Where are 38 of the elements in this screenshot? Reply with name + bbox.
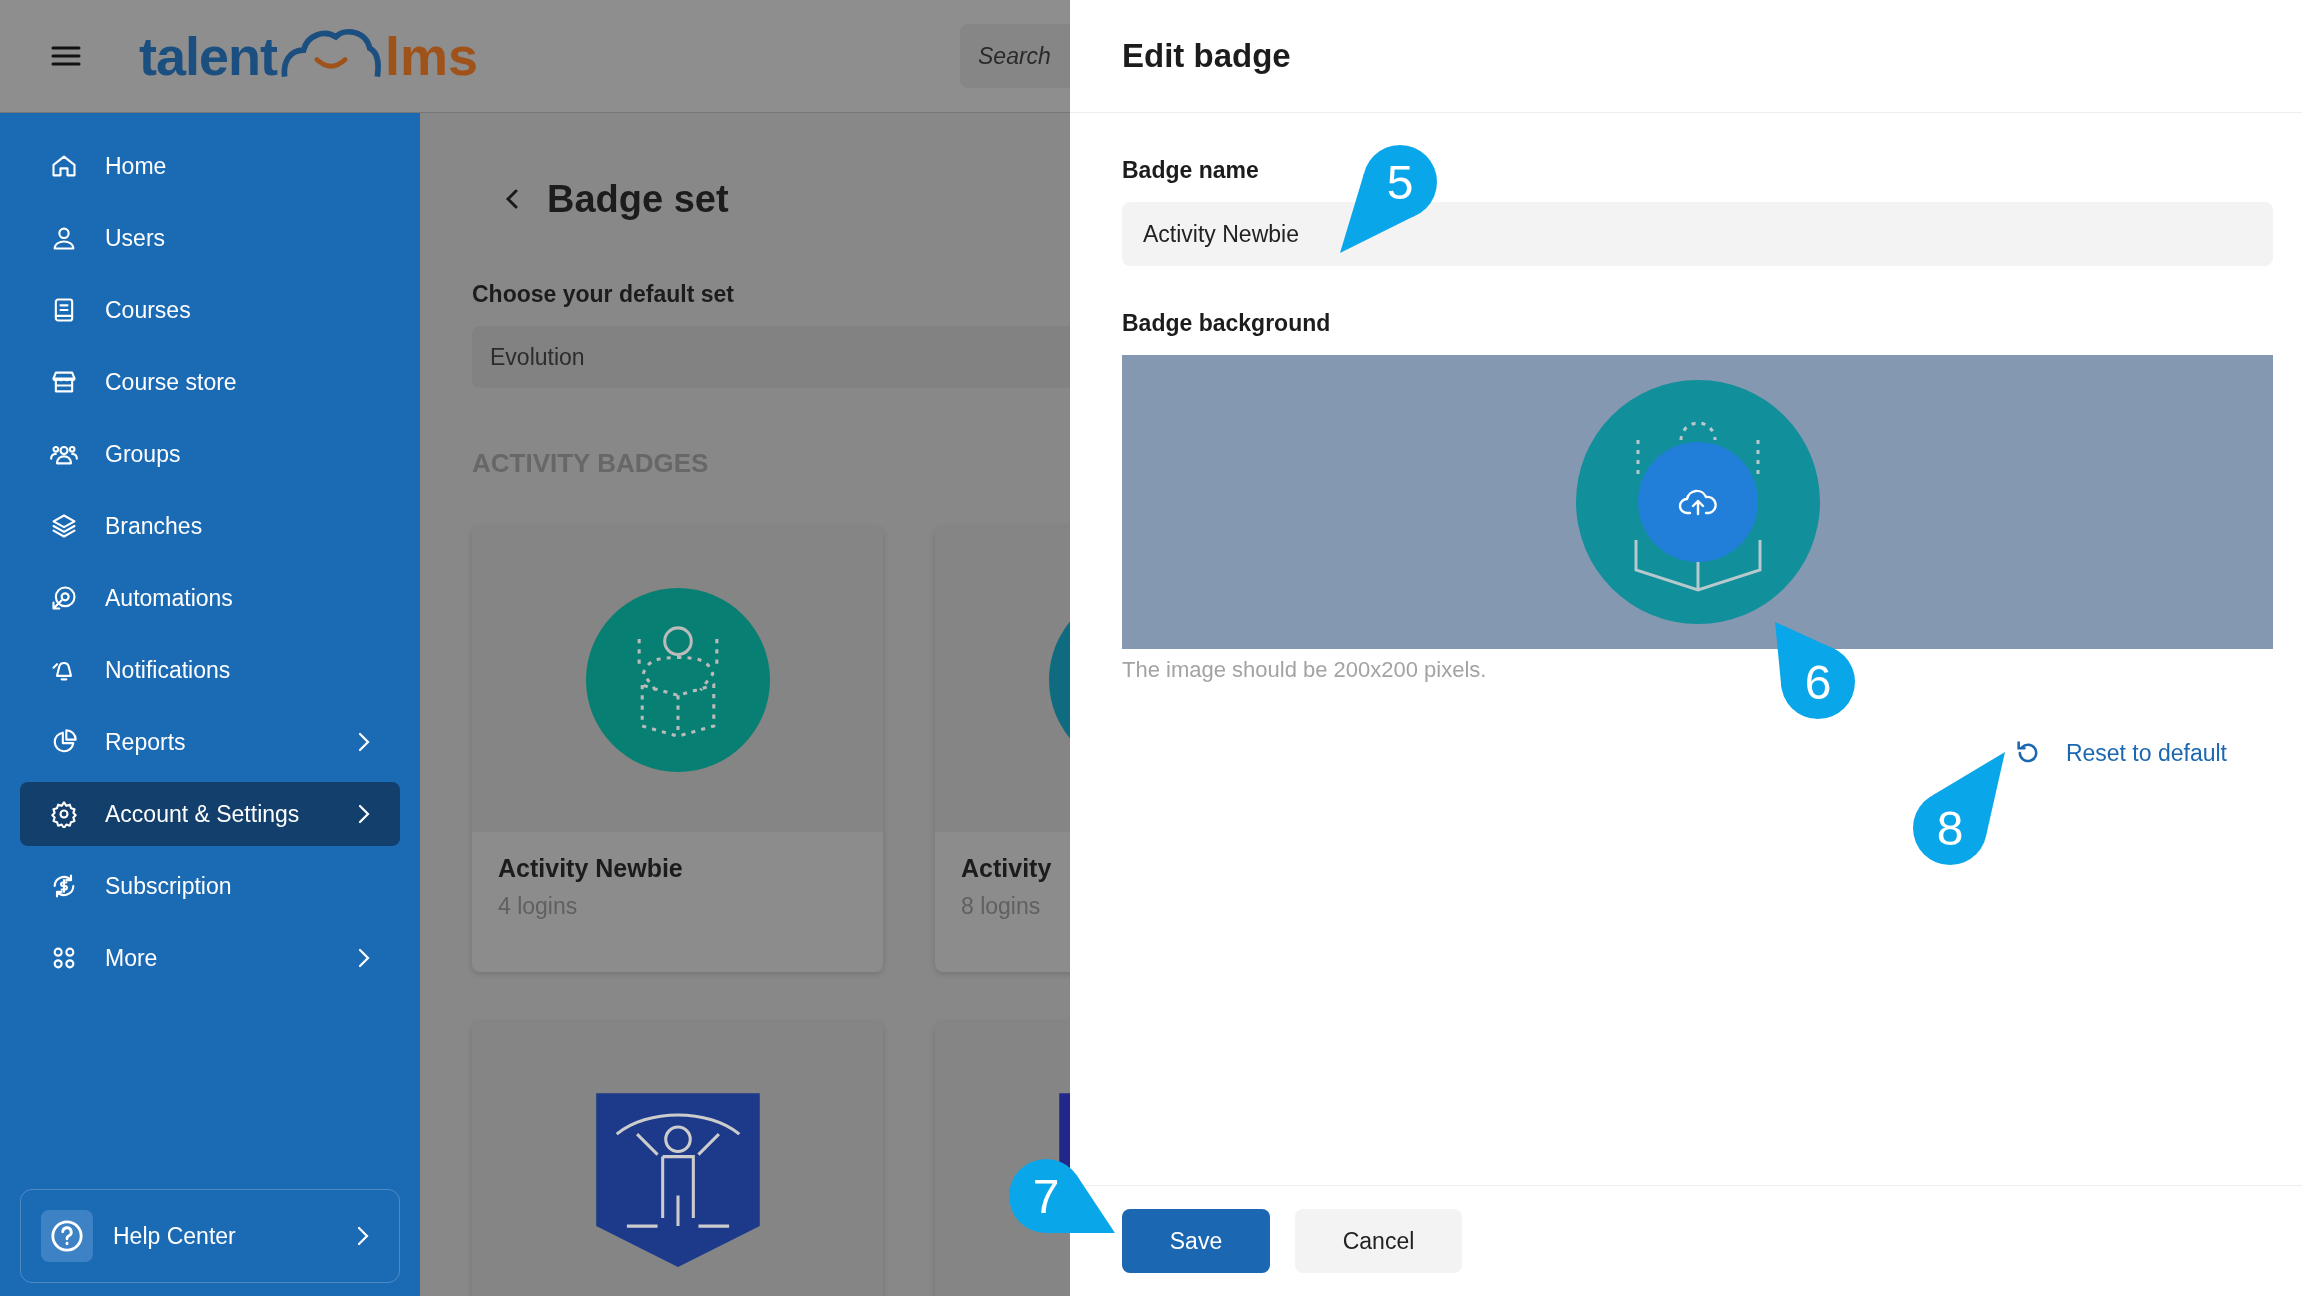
page-title: Badge set (547, 177, 729, 221)
nav-item[interactable]: Notifications (20, 638, 400, 702)
back-icon[interactable] (505, 188, 519, 210)
badge-name: Activity Newbie (498, 854, 684, 883)
badge-name: Activity (961, 854, 1053, 883)
nav-item[interactable]: Home (20, 134, 400, 198)
field-label: Choose your default set (472, 281, 735, 308)
gear-icon (50, 800, 78, 828)
help-icon (50, 1219, 84, 1253)
logo-text: lms (385, 25, 479, 87)
nav-item[interactable]: Courses (20, 278, 400, 342)
badge-set-dropdown[interactable]: Evolution (472, 326, 1070, 388)
nav-item[interactable]: Course store (20, 350, 400, 414)
nav-item[interactable]: Subscription (20, 854, 400, 918)
nav-item[interactable]: More (20, 926, 400, 990)
layers-icon (50, 512, 78, 540)
nav-item[interactable]: Reports (20, 710, 400, 774)
nav-item[interactable]: Users (20, 206, 400, 270)
nav-item[interactable]: Groups (20, 422, 400, 486)
help-center-button[interactable]: Help Center (20, 1189, 400, 1283)
panel-title: Edit badge (1122, 37, 1291, 75)
badge-card[interactable] (472, 1022, 883, 1296)
nav-item[interactable]: Account & Settings (20, 782, 400, 846)
save-button[interactable]: Save (1122, 1209, 1270, 1273)
nav-item[interactable]: Automations (20, 566, 400, 630)
chevron-right-icon (357, 1226, 369, 1246)
cancel-button[interactable]: Cancel (1295, 1209, 1462, 1273)
search-field[interactable]: Search (960, 24, 1070, 88)
menu-icon[interactable] (51, 45, 81, 67)
badge-name-field[interactable]: Activity Newbie (1122, 202, 2273, 266)
nav-item[interactable]: Branches (20, 494, 400, 558)
automation-icon (50, 584, 78, 612)
hint-text: The image should be 200x200 pixels. (1122, 657, 1487, 683)
field-label: Badge background (1122, 310, 1331, 337)
cloud-upload-icon (1677, 487, 1718, 517)
reset-link[interactable]: Reset to default (2013, 739, 2227, 767)
field-label: Badge name (1122, 157, 1259, 184)
logo-text: talent (139, 25, 278, 87)
